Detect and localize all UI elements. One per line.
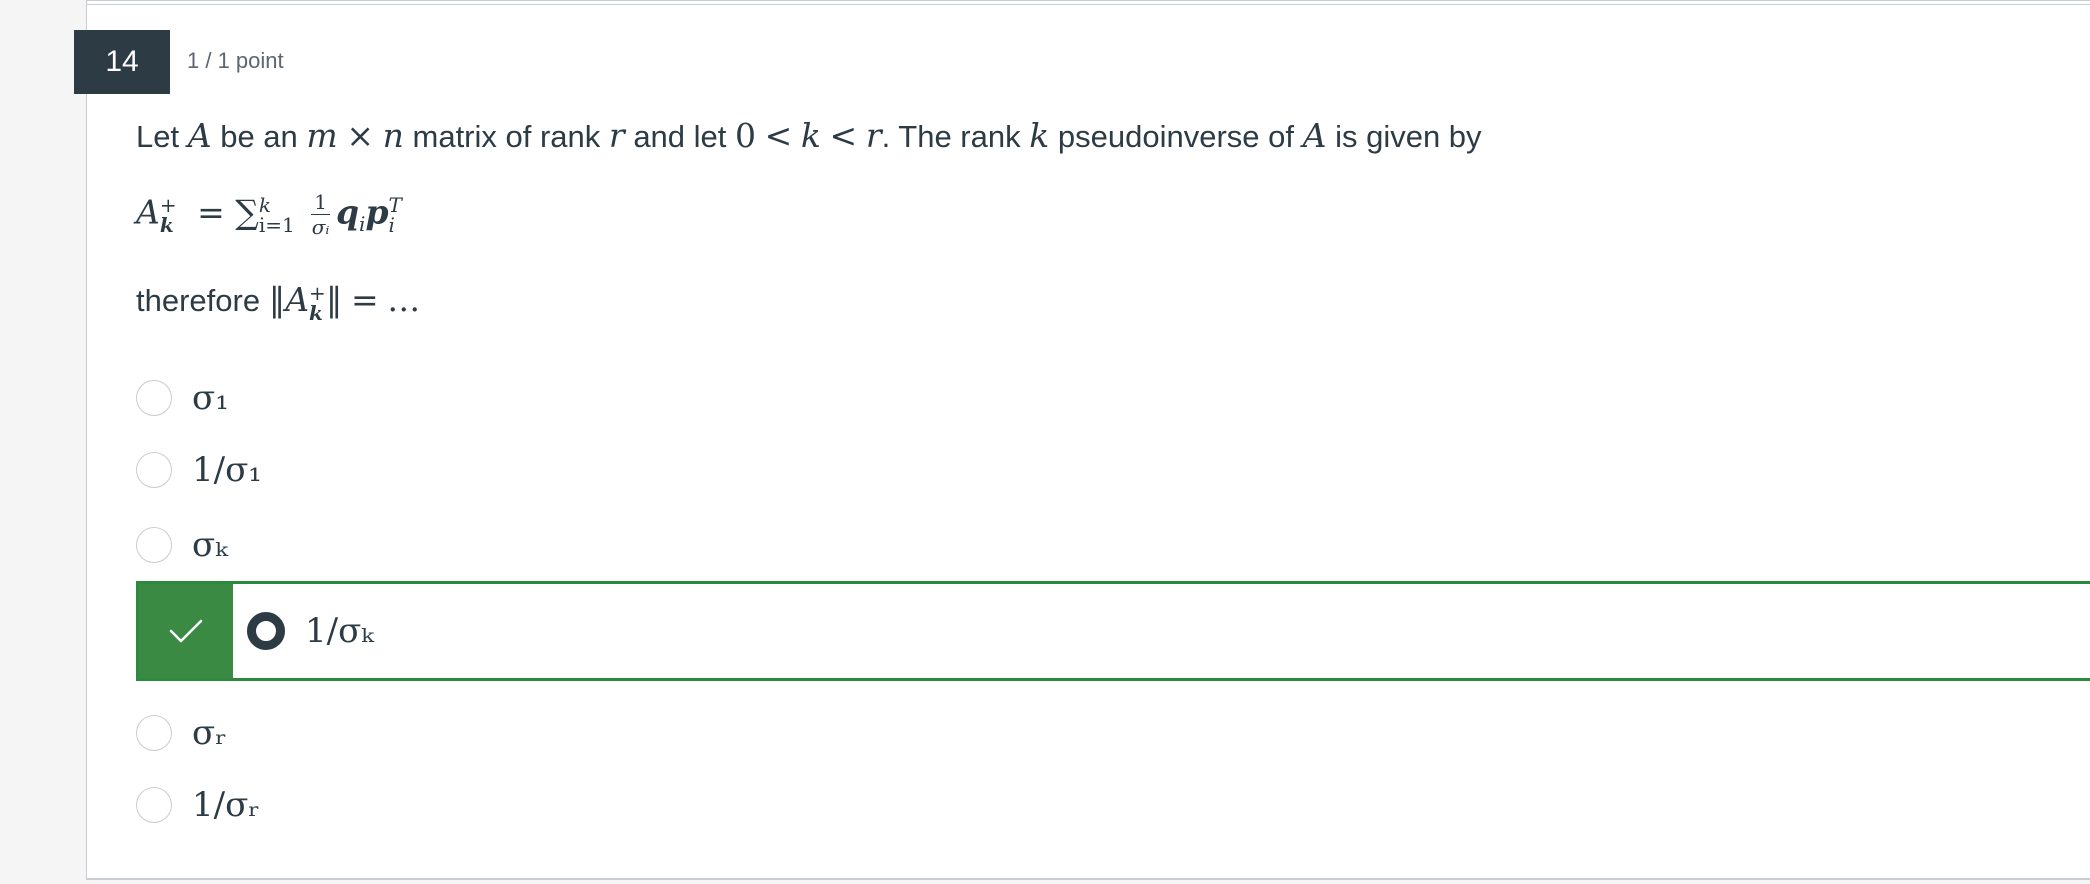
answer-option-5[interactable]: σᵣ — [136, 711, 227, 755]
answer-option-4-correct[interactable]: 1/σₖ — [136, 581, 2090, 681]
question-number: 14 — [105, 45, 139, 78]
therefore-line: therefore ‖A + k ‖ = … — [136, 280, 421, 325]
answer-label-5: σᵣ — [192, 713, 228, 753]
correct-indicator — [139, 584, 233, 678]
fraction: 1 σᵢ — [311, 190, 330, 239]
answer-label-1: σ₁ — [192, 378, 229, 418]
question-points: 1 / 1 point — [187, 48, 284, 73]
answer-option-6[interactable]: 1/σᵣ — [136, 783, 260, 827]
answer-radio-4-selected[interactable] — [247, 612, 285, 650]
answer-radio-2[interactable] — [136, 452, 172, 488]
answer-radio-5[interactable] — [136, 715, 172, 751]
answer-option-3[interactable]: σₖ — [136, 523, 228, 567]
answer-option-1[interactable]: σ₁ — [136, 376, 229, 420]
checkmark-icon — [169, 619, 203, 643]
quiz-page: 14 1 / 1 point Let A be an m × n matrix … — [0, 0, 2090, 884]
answer-label-2: 1/σ₁ — [192, 450, 262, 490]
answer-radio-3[interactable] — [136, 527, 172, 563]
pseudoinverse-formula: A + k = ∑ k i=1 1 σᵢ qip Ti — [136, 190, 402, 239]
question-text: Let A be an m × n matrix of rank r and l… — [136, 116, 1482, 155]
answer-label-6: 1/σᵣ — [192, 785, 261, 825]
answer-radio-6[interactable] — [136, 787, 172, 823]
answer-radio-1[interactable] — [136, 380, 172, 416]
question-number-badge: 14 — [74, 30, 170, 94]
answer-label-3: σₖ — [192, 525, 228, 565]
answer-label-4: 1/σₖ — [305, 611, 374, 651]
top-divider — [86, 4, 2090, 5]
answer-option-2[interactable]: 1/σ₁ — [136, 448, 262, 492]
